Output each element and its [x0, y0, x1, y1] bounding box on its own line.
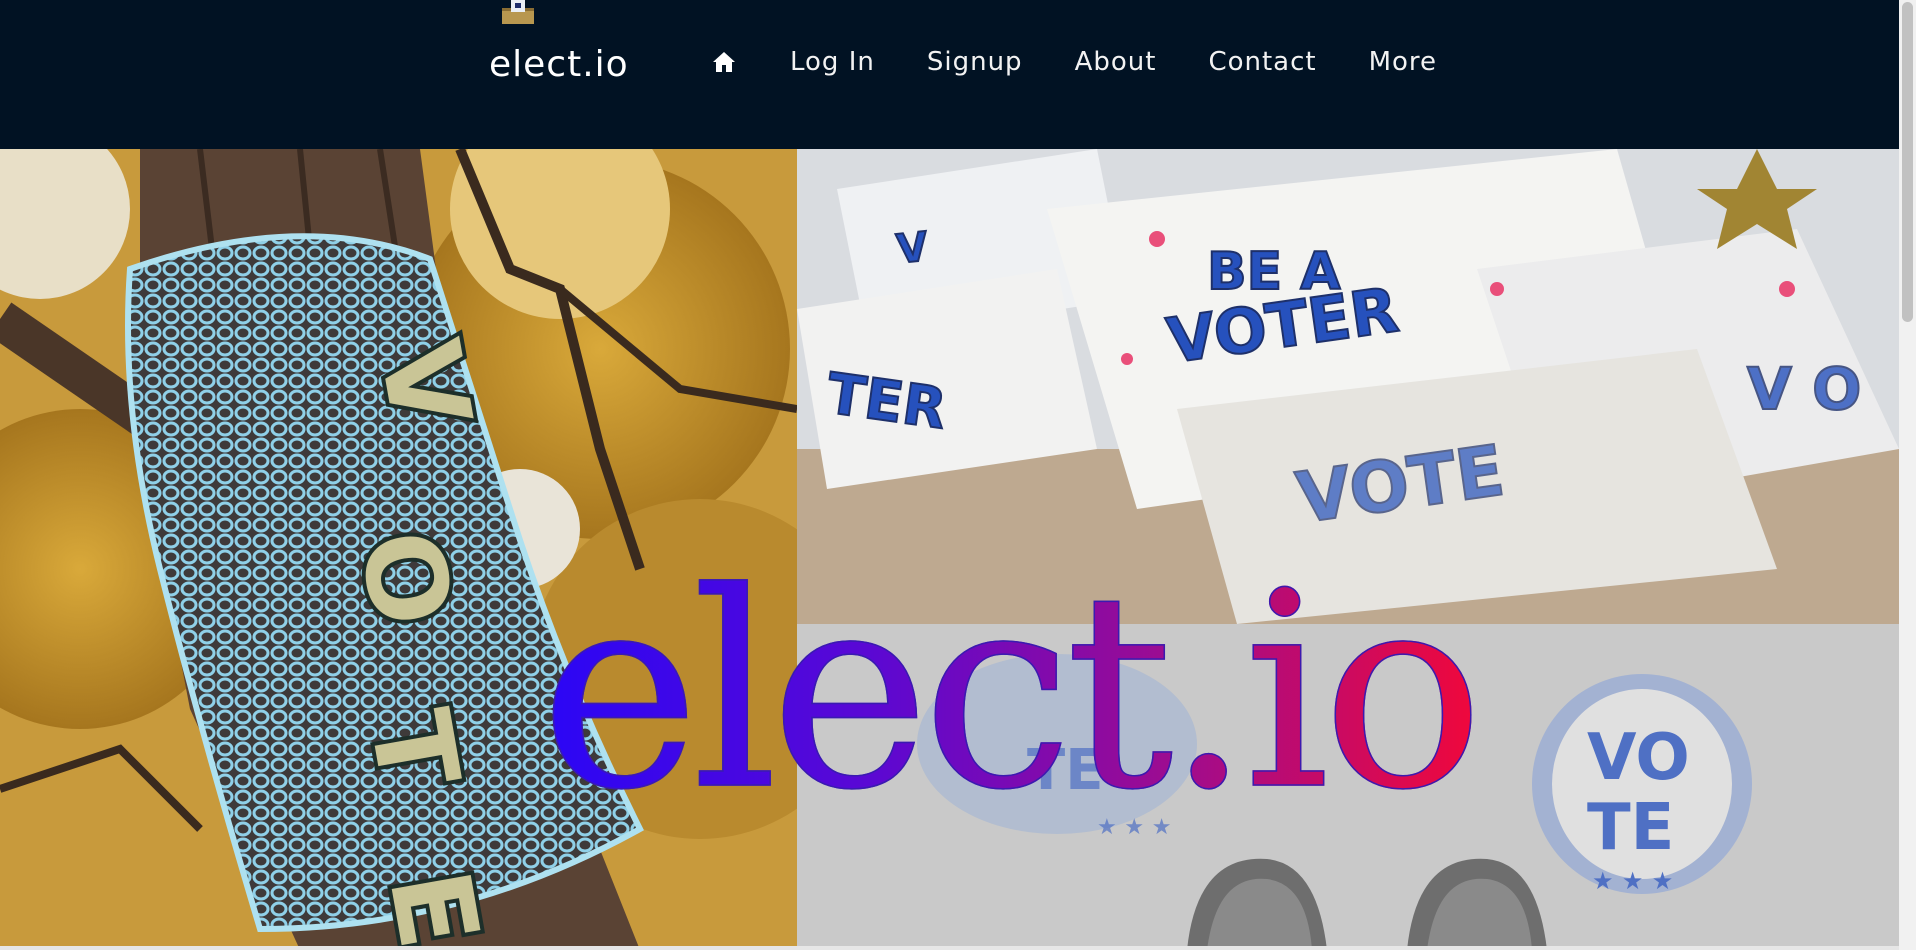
nav-home[interactable]: [712, 50, 736, 74]
home-icon: [713, 52, 735, 72]
scrollbar-thumb[interactable]: [1902, 2, 1913, 322]
nav-more[interactable]: More: [1369, 47, 1437, 77]
svg-text:★ ★ ★: ★ ★ ★: [1592, 867, 1673, 895]
nav-about[interactable]: About: [1075, 47, 1157, 77]
nav-login[interactable]: Log In: [790, 47, 875, 77]
vertical-scrollbar[interactable]: [1899, 0, 1916, 950]
ballot-box-icon: [502, 0, 534, 24]
svg-text:VO: VO: [1587, 721, 1690, 795]
main-nav: Log In Signup About Contact More: [712, 40, 1489, 84]
page-bottom-edge: [0, 946, 1899, 950]
nav-signup[interactable]: Signup: [927, 47, 1023, 77]
brand-link[interactable]: elect.io: [489, 44, 629, 85]
nav-contact[interactable]: Contact: [1208, 47, 1316, 77]
svg-text:TE: TE: [1587, 791, 1674, 865]
hero-section: V O T E BE A VOTER TER V VOTE V O VO TE …: [0, 149, 1899, 950]
hero-title: elect.io: [539, 534, 1485, 849]
top-navbar: elect.io Log In Signup About Contact Mor…: [0, 0, 1899, 149]
